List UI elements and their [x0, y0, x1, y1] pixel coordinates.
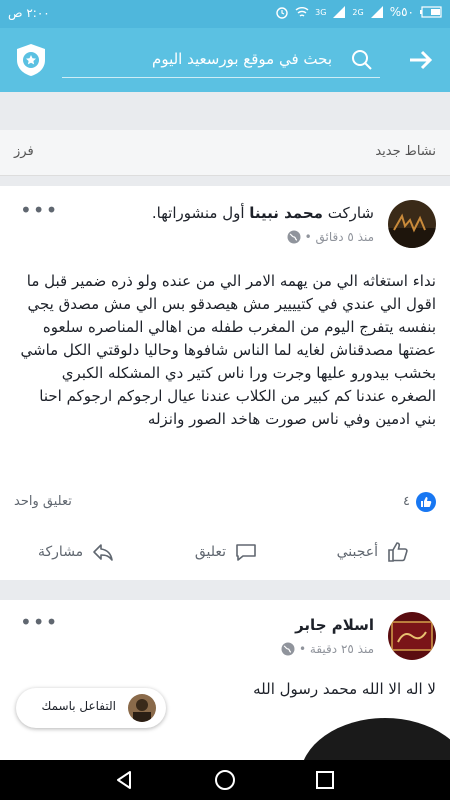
share-icon — [93, 544, 113, 561]
like-button[interactable]: أعجبني — [337, 532, 410, 572]
post-author[interactable]: اسلام جابر — [295, 616, 374, 634]
like-badge-icon — [416, 492, 436, 512]
new-activity-label: نشاط جديد — [375, 144, 436, 159]
post-image[interactable] — [300, 718, 450, 760]
globe-icon — [287, 230, 301, 244]
comment-label: تعليق — [194, 544, 226, 560]
share-button[interactable]: مشاركة — [38, 532, 115, 572]
post-counts: ٤ تعليق واحد — [14, 492, 436, 516]
post-header: اسلام جابر — [295, 616, 374, 634]
react-as-button[interactable]: التفاعل باسمك — [16, 688, 166, 728]
post-card: شاركت محمد نبينا أول منشوراتها. منذ ٥ دق… — [0, 186, 450, 580]
home-icon[interactable] — [213, 768, 237, 792]
globe-icon — [281, 642, 295, 656]
post-time[interactable]: منذ ٥ دقائق • — [305, 230, 374, 244]
recents-icon[interactable] — [313, 768, 337, 792]
search-bar[interactable]: بحث في موقع بورسعيد اليوم — [62, 42, 380, 78]
avatar[interactable] — [388, 612, 436, 660]
post-action-suffix: أول منشوراتها. — [151, 204, 250, 222]
post-header: شاركت محمد نبينا أول منشوراتها. — [152, 204, 374, 222]
sort-button[interactable]: فرز — [14, 144, 34, 159]
battery-icon — [420, 6, 442, 18]
post-meta: منذ ٢٥ دقيقة • — [281, 642, 374, 656]
post-actions: أعجبني تعليق مشاركة — [0, 532, 450, 572]
search-icon[interactable] — [350, 48, 374, 72]
app-bar: بحث في موقع بورسعيد اليوم — [0, 28, 450, 92]
more-options-icon[interactable]: ••• — [20, 198, 58, 222]
network-type-2: 2G — [352, 7, 364, 17]
wifi-icon — [295, 7, 309, 17]
like-label: أعجبني — [336, 544, 378, 560]
back-arrow-icon[interactable] — [408, 48, 434, 72]
status-bar: ٢:٠٠ ص 3G 2G %٥٠ — [0, 0, 450, 28]
post-author[interactable]: محمد نبينا — [249, 204, 323, 222]
activity-bar: نشاط جديد فرز — [0, 130, 450, 176]
post-body: نداء استغاثه الي من يهمه الامر الي من عن… — [20, 272, 436, 428]
back-icon[interactable] — [112, 768, 136, 792]
comment-count[interactable]: تعليق واحد — [14, 494, 72, 509]
react-as-label: التفاعل باسمك — [41, 699, 116, 713]
like-count[interactable]: ٤ — [403, 494, 410, 509]
post-time[interactable]: منذ ٢٥ دقيقة • — [299, 642, 374, 656]
status-icons: 3G 2G %٥٠ — [275, 5, 442, 19]
comment-button[interactable]: تعليق — [195, 532, 258, 572]
battery-percent: %٥٠ — [389, 5, 414, 19]
comment-icon — [236, 544, 256, 561]
post-card: اسلام جابر منذ ٢٥ دقيقة • ••• لا اله الا… — [0, 600, 450, 760]
search-input[interactable]: بحث في موقع بورسعيد اليوم — [152, 50, 332, 68]
avatar[interactable] — [388, 200, 436, 248]
navigation-bar — [0, 760, 450, 800]
thumbs-up-icon — [388, 542, 408, 562]
signal-icon — [333, 6, 346, 18]
alarm-icon — [276, 7, 288, 19]
post-meta: منذ ٥ دقائق • — [287, 230, 374, 244]
signal-icon-2 — [370, 6, 383, 18]
status-time: ٢:٠٠ ص — [8, 6, 50, 20]
shield-logo-icon[interactable] — [14, 42, 48, 78]
avatar — [128, 694, 156, 722]
more-options-icon[interactable]: ••• — [20, 610, 58, 634]
share-label: مشاركة — [38, 544, 84, 560]
network-type: 3G — [315, 7, 327, 17]
post-action-prefix: شاركت — [322, 204, 374, 222]
